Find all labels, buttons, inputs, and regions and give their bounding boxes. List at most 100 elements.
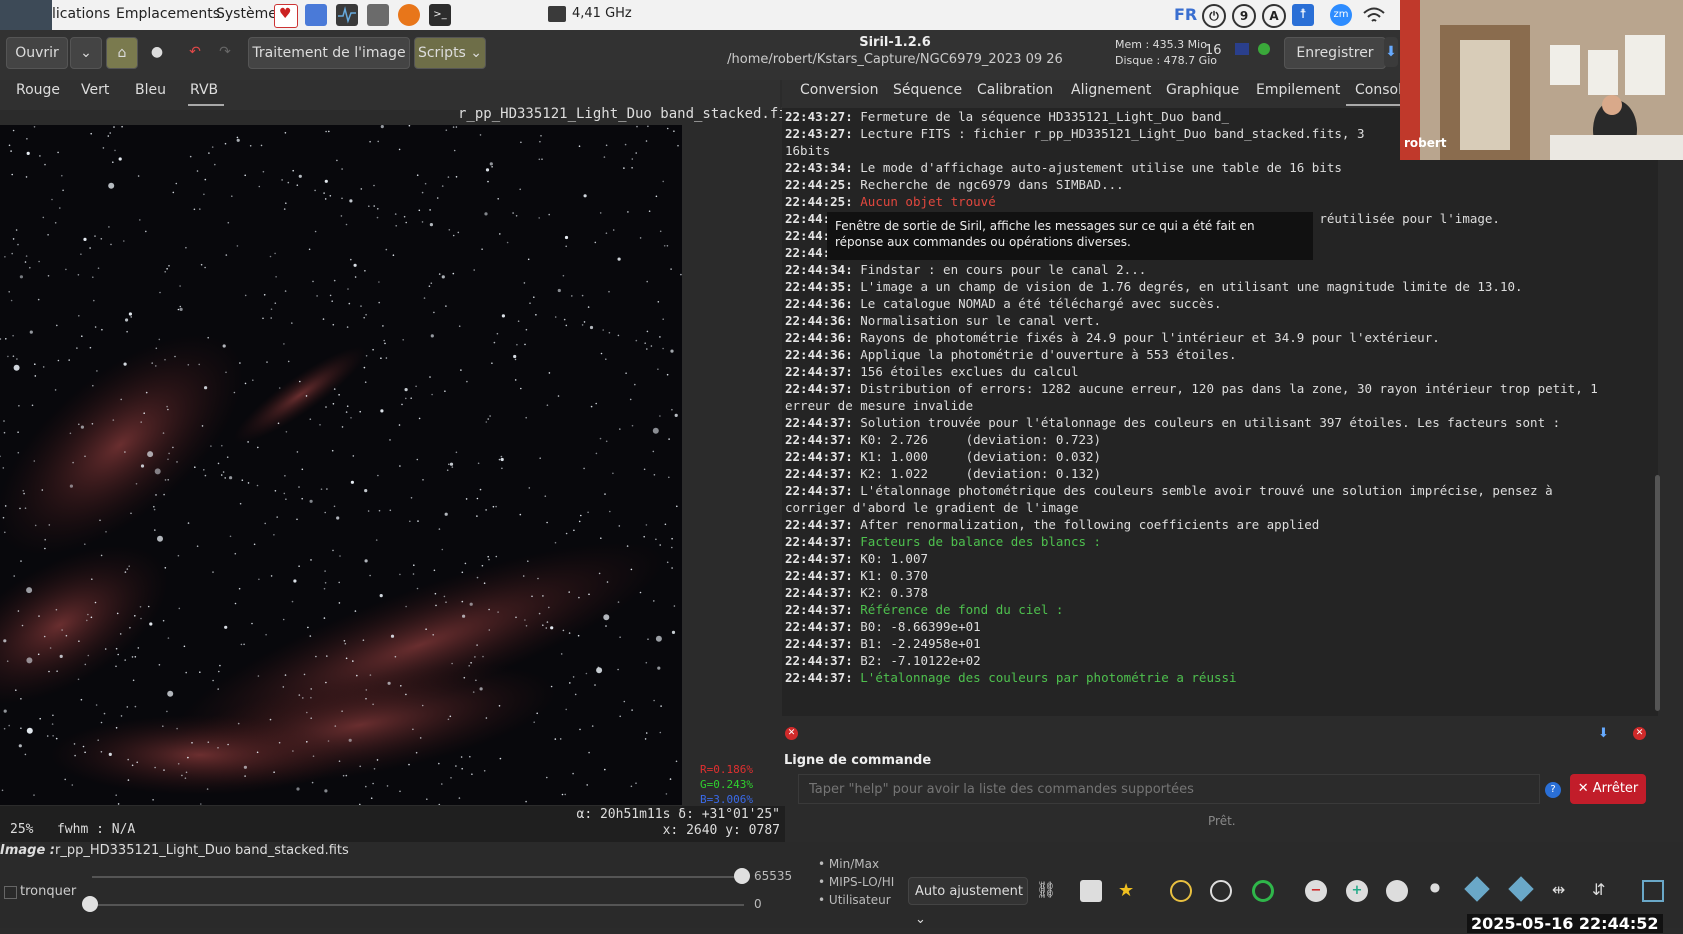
indicator-a[interactable]: A <box>1262 4 1286 28</box>
console-timestamp: 22:44:37: <box>785 636 861 651</box>
save-options-icon[interactable]: ⬇ <box>1384 37 1398 67</box>
tab-graph[interactable]: Graphique <box>1166 82 1239 98</box>
zoom-out-icon[interactable]: − <box>1305 880 1327 902</box>
tab-alignment[interactable]: Alignement <box>1071 82 1151 98</box>
star <box>176 727 178 730</box>
add-icon[interactable] <box>1258 43 1270 55</box>
min-slider-track[interactable] <box>92 904 744 906</box>
star-icon[interactable]: ★ <box>1118 880 1140 902</box>
star <box>433 311 435 314</box>
star <box>54 389 57 391</box>
star <box>626 545 629 547</box>
star <box>124 571 127 573</box>
star <box>323 587 326 590</box>
clip-checkbox[interactable] <box>4 886 17 899</box>
live-stack-button[interactable]: ● <box>142 37 172 67</box>
color-saturation-icon[interactable] <box>1080 880 1102 902</box>
indicator-9[interactable]: 9 <box>1232 4 1256 28</box>
star <box>488 629 491 631</box>
console-message: Findstar : en cours pour le canal 2... <box>860 262 1147 277</box>
max-slider-knob[interactable] <box>734 868 750 884</box>
accessibility-icon[interactable]: ☨ <box>1292 4 1314 26</box>
max-slider-track[interactable] <box>92 876 744 878</box>
mirror-y-icon[interactable]: ⇵ <box>1592 880 1614 902</box>
redo-icon[interactable]: ↷ <box>210 37 240 67</box>
globe-icon[interactable] <box>1210 880 1232 902</box>
firefox-icon[interactable] <box>398 4 420 26</box>
mode-user[interactable]: • Utilisateur <box>818 893 891 907</box>
star <box>277 422 280 425</box>
close-console-icon[interactable]: ✕ <box>1633 727 1646 740</box>
menu-system[interactable]: Système <box>216 6 277 22</box>
clear-console-icon[interactable]: ✕ <box>785 727 798 740</box>
star <box>535 314 537 316</box>
menu-places[interactable]: Emplacements <box>116 6 220 22</box>
star <box>474 656 476 658</box>
snapshot-icon[interactable] <box>1642 880 1664 902</box>
star <box>581 294 584 297</box>
star <box>405 693 407 696</box>
zoom-100-icon[interactable]: ● <box>1424 880 1446 902</box>
photometry-icon[interactable] <box>1170 880 1192 902</box>
zoom-in-icon[interactable]: + <box>1346 880 1368 902</box>
mirror-x-icon[interactable]: ⇹ <box>1552 880 1574 902</box>
power-icon[interactable]: ⏻ <box>1202 4 1226 28</box>
applications-logo[interactable] <box>0 0 52 30</box>
mode-minmax[interactable]: • Min/Max <box>818 857 879 871</box>
home-button[interactable]: ⌂ <box>106 37 138 69</box>
zoom-app-icon[interactable]: zm <box>1330 4 1352 26</box>
image-processing-menu[interactable]: Traitement de l'image ⌄ <box>248 37 410 91</box>
zoom-fit-icon[interactable] <box>1386 880 1408 902</box>
tab-green[interactable]: Vert <box>81 82 109 98</box>
star <box>18 405 20 407</box>
help-icon[interactable]: ? <box>1545 782 1561 798</box>
open-button[interactable]: Ouvrir <box>6 37 68 69</box>
star <box>17 451 20 454</box>
console-scrollbar[interactable] <box>1655 475 1660 711</box>
screenshot-icon[interactable] <box>305 4 327 26</box>
network-icon[interactable] <box>1362 6 1386 24</box>
star <box>528 487 531 489</box>
star <box>78 423 80 426</box>
star <box>8 144 11 147</box>
star <box>659 731 662 734</box>
min-slider-knob[interactable] <box>82 896 98 912</box>
undo-icon[interactable]: ↶ <box>180 37 210 67</box>
star <box>588 751 590 754</box>
tab-blue[interactable]: Bleu <box>135 82 166 98</box>
terminal-icon[interactable]: >_ <box>429 4 451 26</box>
file-manager-icon[interactable] <box>367 4 389 26</box>
star <box>583 467 585 470</box>
tab-rgb[interactable]: RVB <box>190 82 218 98</box>
stretch-mode-select[interactable]: Auto ajustement ⌄ <box>908 877 1028 927</box>
star <box>452 126 455 128</box>
cards-game-icon[interactable]: ♥ <box>274 4 298 28</box>
star <box>350 480 354 484</box>
scripts-menu[interactable]: Scripts ⌄ <box>414 37 486 69</box>
keyboard-layout[interactable]: FR <box>1174 5 1197 24</box>
scroll-down-icon[interactable]: ⬇ <box>1598 726 1609 741</box>
save-button[interactable]: Enregistrer <box>1284 37 1386 69</box>
tab-red[interactable]: Rouge <box>16 82 60 98</box>
star <box>533 721 535 723</box>
stop-button[interactable]: ✕ Arrêter <box>1570 774 1646 804</box>
tab-stacking[interactable]: Empilement <box>1256 82 1340 98</box>
tab-conversion[interactable]: Conversion <box>800 82 879 98</box>
command-input[interactable] <box>798 774 1540 804</box>
star <box>448 463 450 466</box>
tab-calibration[interactable]: Calibration <box>977 82 1053 98</box>
system-monitor-icon[interactable] <box>336 4 358 26</box>
console-message: B2: -7.10122e+02 <box>860 653 981 668</box>
image-viewer[interactable] <box>0 125 682 805</box>
recent-files-dropdown[interactable]: ⌄ <box>70 37 102 69</box>
star <box>44 163 46 166</box>
star <box>360 305 362 307</box>
mode-mips[interactable]: • MIPS-LO/HI <box>818 875 894 889</box>
menu-applications[interactable]: lications <box>52 6 110 22</box>
target-icon[interactable] <box>1252 880 1274 902</box>
star <box>262 317 264 320</box>
star <box>307 626 309 629</box>
tab-sequence[interactable]: Séquence <box>893 82 962 98</box>
link-icon[interactable]: ⛓ <box>1036 880 1058 902</box>
star <box>154 529 156 531</box>
